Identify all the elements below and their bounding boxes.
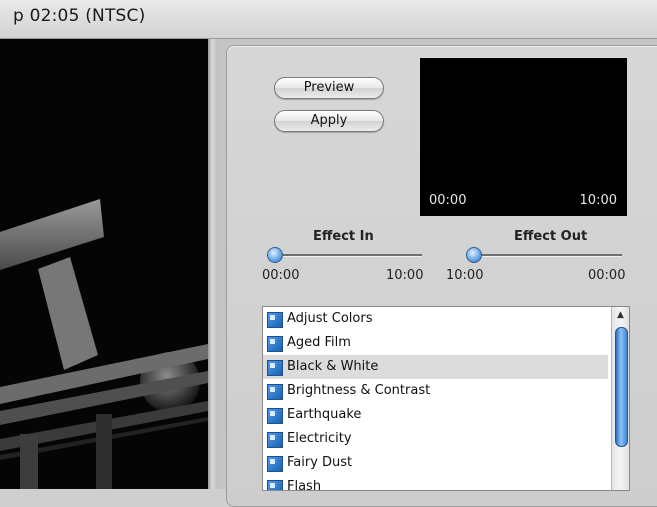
- list-item-label: Brightness & Contrast: [287, 383, 431, 398]
- effect-in-label: Effect In: [313, 229, 374, 244]
- scroll-thumb[interactable]: [615, 327, 628, 447]
- effect-preview-monitor: 00:00 10:00: [420, 58, 627, 216]
- scroll-up-arrow-icon[interactable]: ▲: [612, 307, 629, 323]
- list-item[interactable]: Electricity: [263, 427, 608, 451]
- preview-button[interactable]: Preview: [274, 77, 384, 99]
- preview-end-time: 10:00: [579, 193, 617, 208]
- effect-icon: [267, 480, 283, 490]
- viewer-divider[interactable]: [208, 39, 218, 489]
- effect-out-slider-thumb[interactable]: [466, 247, 482, 263]
- list-scrollbar[interactable]: ▲: [611, 307, 629, 490]
- effect-icon: [267, 384, 283, 400]
- effect-icon: [267, 456, 283, 472]
- apply-button[interactable]: Apply: [274, 110, 384, 132]
- list-item[interactable]: Brightness & Contrast: [263, 379, 608, 403]
- effect-in-slider-thumb[interactable]: [267, 247, 283, 263]
- list-item[interactable]: Earthquake: [263, 403, 608, 427]
- video-viewer: [0, 39, 208, 489]
- list-item-label: Black & White: [287, 359, 379, 374]
- effect-in-end-time: 10:00: [386, 268, 424, 283]
- effect-icon: [267, 336, 283, 352]
- list-item-label: Earthquake: [287, 407, 362, 422]
- list-item-label: Aged Film: [287, 335, 351, 350]
- list-item-label: Fairy Dust: [287, 455, 353, 470]
- effects-list[interactable]: Adjust Colors Aged Film Black & White Br…: [262, 306, 630, 491]
- list-item-label: Adjust Colors: [287, 311, 373, 326]
- effect-out-start-time: 10:00: [446, 268, 484, 283]
- list-item[interactable]: Adjust Colors: [263, 307, 608, 331]
- effect-icon: [267, 432, 283, 448]
- effect-out-label: Effect Out: [514, 229, 588, 244]
- clip-title: p 02:05 (NTSC): [13, 6, 146, 26]
- effect-icon: [267, 408, 283, 424]
- list-item[interactable]: Fairy Dust: [263, 451, 608, 475]
- effect-out-slider[interactable]: [470, 254, 622, 257]
- effect-out-end-time: 00:00: [588, 268, 626, 283]
- effect-in-slider[interactable]: [268, 254, 422, 257]
- effect-icon: [267, 360, 283, 376]
- effect-in-start-time: 00:00: [262, 268, 300, 283]
- list-item[interactable]: Aged Film: [263, 331, 608, 355]
- effect-icon: [267, 312, 283, 328]
- preview-start-time: 00:00: [429, 193, 467, 208]
- video-frame-image: [0, 39, 208, 489]
- title-bar: p 02:05 (NTSC): [0, 0, 657, 39]
- list-item-label: Electricity: [287, 431, 352, 446]
- list-item-selected[interactable]: Black & White: [263, 355, 608, 379]
